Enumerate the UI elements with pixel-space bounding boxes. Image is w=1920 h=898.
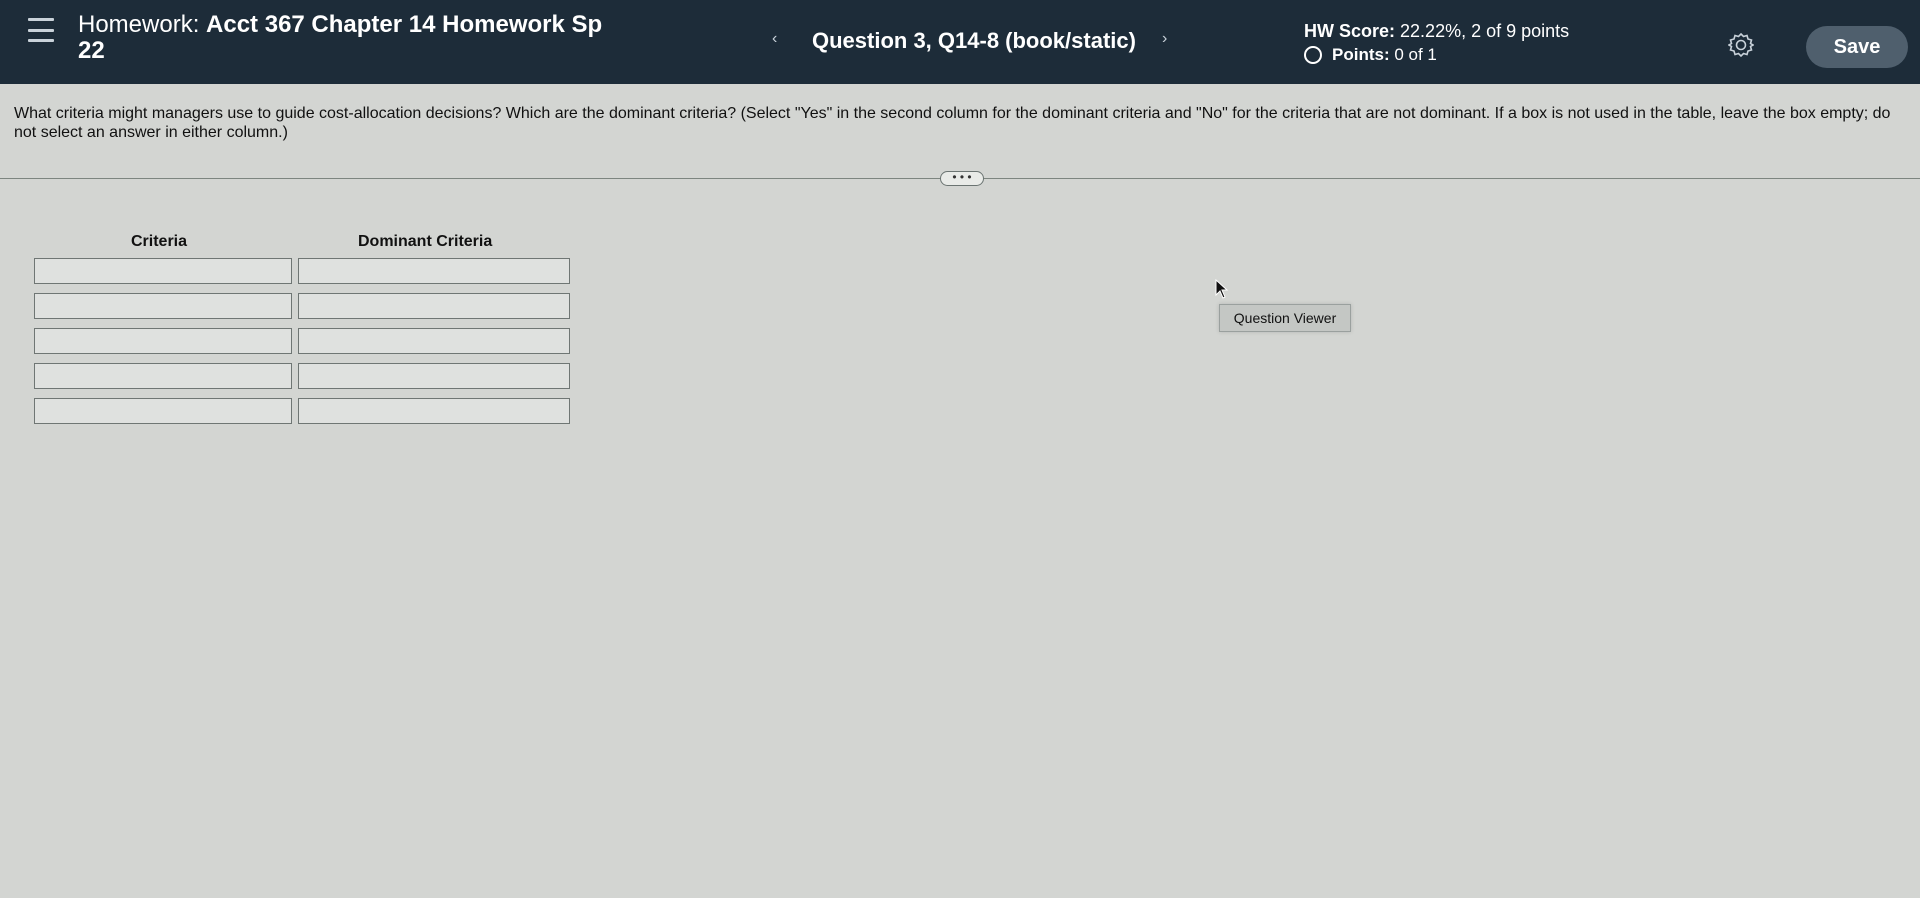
chevron-left-icon[interactable]: ‹ — [772, 30, 777, 48]
points-value: 0 of 1 — [1394, 45, 1437, 64]
answer-table — [34, 258, 570, 433]
question-viewer-button[interactable]: Question Viewer — [1219, 304, 1351, 332]
table-row — [34, 328, 570, 354]
question-title: Question 3, Q14-8 (book/static) — [812, 28, 1136, 53]
criteria-select[interactable] — [34, 398, 292, 424]
mouse-cursor-icon — [1215, 279, 1229, 299]
expand-more-button[interactable]: • • • — [940, 171, 984, 186]
column-header-criteria: Criteria — [131, 233, 188, 250]
criteria-select[interactable] — [34, 293, 292, 319]
hamburger-menu-icon[interactable] — [28, 18, 54, 42]
criteria-select[interactable] — [34, 328, 292, 354]
homework-name: Acct 367 Chapter 14 Homework Sp — [206, 11, 603, 38]
points-status: Points: 0 of 1 — [1304, 45, 1437, 65]
top-bar: Homework: Acct 367 Chapter 14 Homework S… — [0, 0, 1920, 84]
hw-score: HW Score: 22.22%, 2 of 9 points — [1304, 21, 1569, 42]
score-value: 22.22%, 2 of 9 points — [1400, 21, 1570, 41]
table-row — [34, 398, 570, 424]
dominant-select[interactable] — [298, 398, 570, 424]
save-button[interactable]: Save — [1806, 26, 1908, 68]
table-row — [34, 293, 570, 319]
dominant-select[interactable] — [298, 363, 570, 389]
homework-title: Homework: Acct 367 Chapter 14 Homework S… — [78, 12, 602, 64]
dominant-select[interactable] — [298, 258, 570, 284]
score-label: HW Score: — [1304, 21, 1396, 41]
circle-status-icon — [1304, 46, 1322, 64]
table-row — [34, 258, 570, 284]
criteria-select[interactable] — [34, 363, 292, 389]
table-row — [34, 363, 570, 389]
criteria-select[interactable] — [34, 258, 292, 284]
chevron-right-icon[interactable]: › — [1162, 30, 1167, 48]
homework-label: Homework: — [78, 11, 200, 38]
gear-icon[interactable] — [1728, 32, 1754, 58]
points-label: Points: — [1332, 45, 1390, 64]
homework-name-line2: 22 — [78, 37, 105, 64]
column-header-dominant-criteria: Dominant Criteria — [358, 233, 493, 250]
question-prompt: What criteria might managers use to guid… — [14, 105, 1891, 141]
dominant-select[interactable] — [298, 293, 570, 319]
dominant-select[interactable] — [298, 328, 570, 354]
